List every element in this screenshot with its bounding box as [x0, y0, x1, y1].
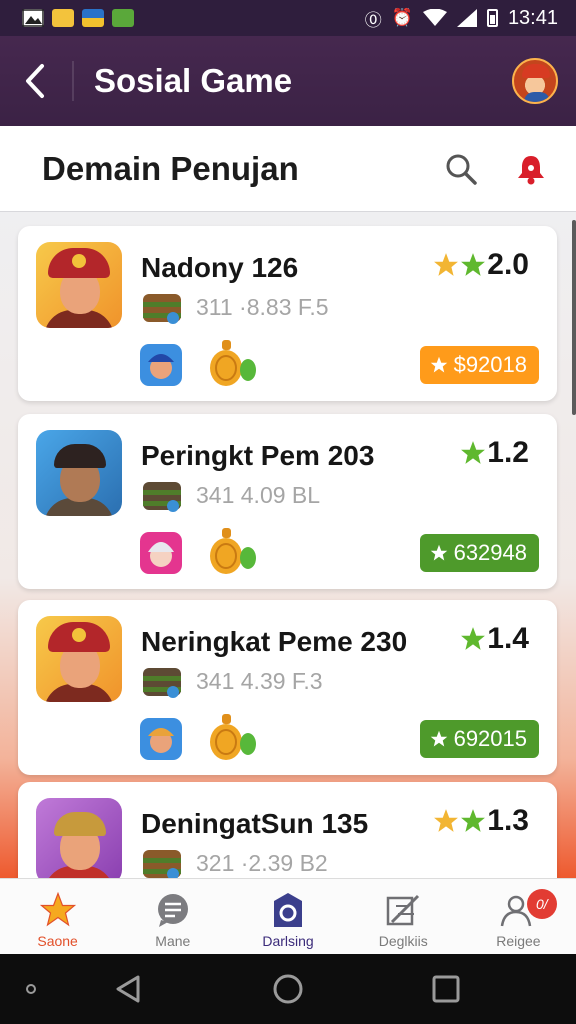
notification-icons [22, 9, 134, 27]
star-icon [430, 544, 447, 561]
nav-item-saone[interactable]: Saone [0, 879, 115, 954]
game-list[interactable]: Nadony 126 311 ·8.83 F.5 2.0 $92018 Peri… [0, 212, 576, 878]
star-icon [430, 356, 447, 373]
chest-icon [143, 850, 181, 878]
flag-icon [82, 9, 104, 27]
rating: 2.0 [433, 248, 529, 282]
scrollbar[interactable] [572, 220, 576, 415]
back-nav-icon[interactable] [110, 971, 146, 1007]
coin-icon [210, 340, 256, 386]
vibrate-icon: ⓪ [364, 10, 382, 30]
nav-item-mane[interactable]: Mane [115, 879, 230, 954]
friend-avatar[interactable] [140, 718, 182, 760]
star-icon [434, 253, 459, 276]
bell-icon [518, 155, 544, 184]
game-name: Nadony 126 [141, 252, 299, 283]
section-title: Demain Penujan [42, 149, 299, 187]
chat-icon [157, 894, 188, 927]
nav-label: Deglkiis [378, 933, 428, 949]
app-icon [112, 9, 134, 27]
image-icon [22, 9, 44, 27]
friend-avatar[interactable] [140, 344, 182, 386]
notification-button[interactable] [496, 134, 566, 204]
price-value: $92018 [453, 352, 527, 377]
accessibility-icon[interactable] [26, 984, 36, 994]
nav-label: Darlsing [262, 933, 314, 949]
divider [72, 61, 74, 101]
search-icon [446, 154, 477, 185]
chevron-left-icon [26, 64, 44, 98]
game-name: Neringkat Peme 230 [141, 626, 408, 657]
game-stats: 341 4.09 BL [196, 482, 321, 508]
star-icon [434, 809, 459, 832]
chest-icon [143, 668, 181, 698]
game-card[interactable]: DeningatSun 135 321 ·2.39 B2 1.3 [18, 782, 557, 878]
star-icon [461, 627, 486, 650]
back-button[interactable] [0, 36, 72, 126]
mail-icon [52, 9, 74, 27]
game-avatar [36, 616, 122, 702]
wifi-icon [422, 9, 447, 26]
game-avatar [36, 242, 122, 328]
star-icon [461, 253, 486, 276]
friend-avatar[interactable] [140, 532, 182, 574]
price-value: 632948 [453, 540, 527, 565]
rating-value: 1.2 [487, 436, 529, 469]
camera-icon [274, 893, 302, 927]
price-badge[interactable]: $92018 [419, 346, 539, 384]
nav-item-reigee[interactable]: 0/ Reigee [461, 879, 576, 954]
coin-icon [210, 714, 256, 760]
home-nav-icon[interactable] [270, 971, 306, 1007]
game-avatar [36, 798, 122, 878]
rating-value: 1.4 [487, 622, 529, 655]
battery-icon [486, 9, 498, 27]
star-icon [461, 441, 486, 464]
star-icon [461, 809, 486, 832]
chest-icon [143, 294, 181, 324]
game-card[interactable]: Neringkat Peme 230 341 4.39 F.3 1.4 6920… [18, 600, 557, 775]
price-badge[interactable]: 632948 [419, 534, 539, 572]
recents-nav-icon[interactable] [428, 971, 464, 1007]
price-value: 692015 [453, 726, 527, 751]
nav-label: Reigee [496, 933, 541, 949]
notification-badge: 0/ [526, 889, 557, 919]
game-stats: 321 ·2.39 B2 [196, 850, 328, 876]
nav-label: Saone [37, 933, 78, 949]
signal-icon [456, 9, 477, 27]
app-bar: Sosial Game [0, 36, 576, 126]
game-stats: 341 4.39 F.3 [196, 668, 323, 694]
profile-avatar[interactable] [512, 58, 558, 104]
rating-value: 2.0 [487, 248, 529, 281]
search-button[interactable] [426, 134, 496, 204]
star-icon [430, 730, 447, 747]
nav-item-darlsing[interactable]: Darlsing [230, 879, 345, 954]
bottom-navigation: Saone Mane Darlsing Deglkiis 0/ Reigee [0, 878, 576, 954]
star-icon [39, 892, 76, 927]
coin-icon [210, 528, 256, 574]
section-header: Demain Penujan [0, 126, 576, 212]
status-bar: ⓪ ⏰ 13:41 [0, 0, 576, 36]
nav-item-deglkiis[interactable]: Deglkiis [346, 879, 461, 954]
game-card[interactable]: Peringkt Pem 203 341 4.09 BL 1.2 632948 [18, 414, 557, 589]
system-navigation-bar [0, 954, 576, 1024]
alarm-icon: ⏰ [391, 8, 413, 27]
tools-icon [386, 894, 420, 926]
game-name: Peringkt Pem 203 [141, 440, 375, 471]
rating: 1.2 [460, 436, 529, 470]
price-badge[interactable]: 692015 [419, 720, 539, 758]
app-title: Sosial Game [94, 62, 293, 99]
game-avatar [36, 430, 122, 516]
rating: 1.4 [460, 622, 529, 656]
game-name: DeningatSun 135 [141, 808, 369, 839]
chest-icon [143, 482, 181, 512]
clock: 13:41 [507, 6, 558, 29]
nav-label: Mane [155, 933, 191, 949]
rating-value: 1.3 [487, 804, 529, 837]
rating: 1.3 [433, 804, 529, 838]
game-card[interactable]: Nadony 126 311 ·8.83 F.5 2.0 $92018 [18, 226, 557, 401]
game-stats: 311 ·8.83 F.5 [196, 294, 329, 320]
